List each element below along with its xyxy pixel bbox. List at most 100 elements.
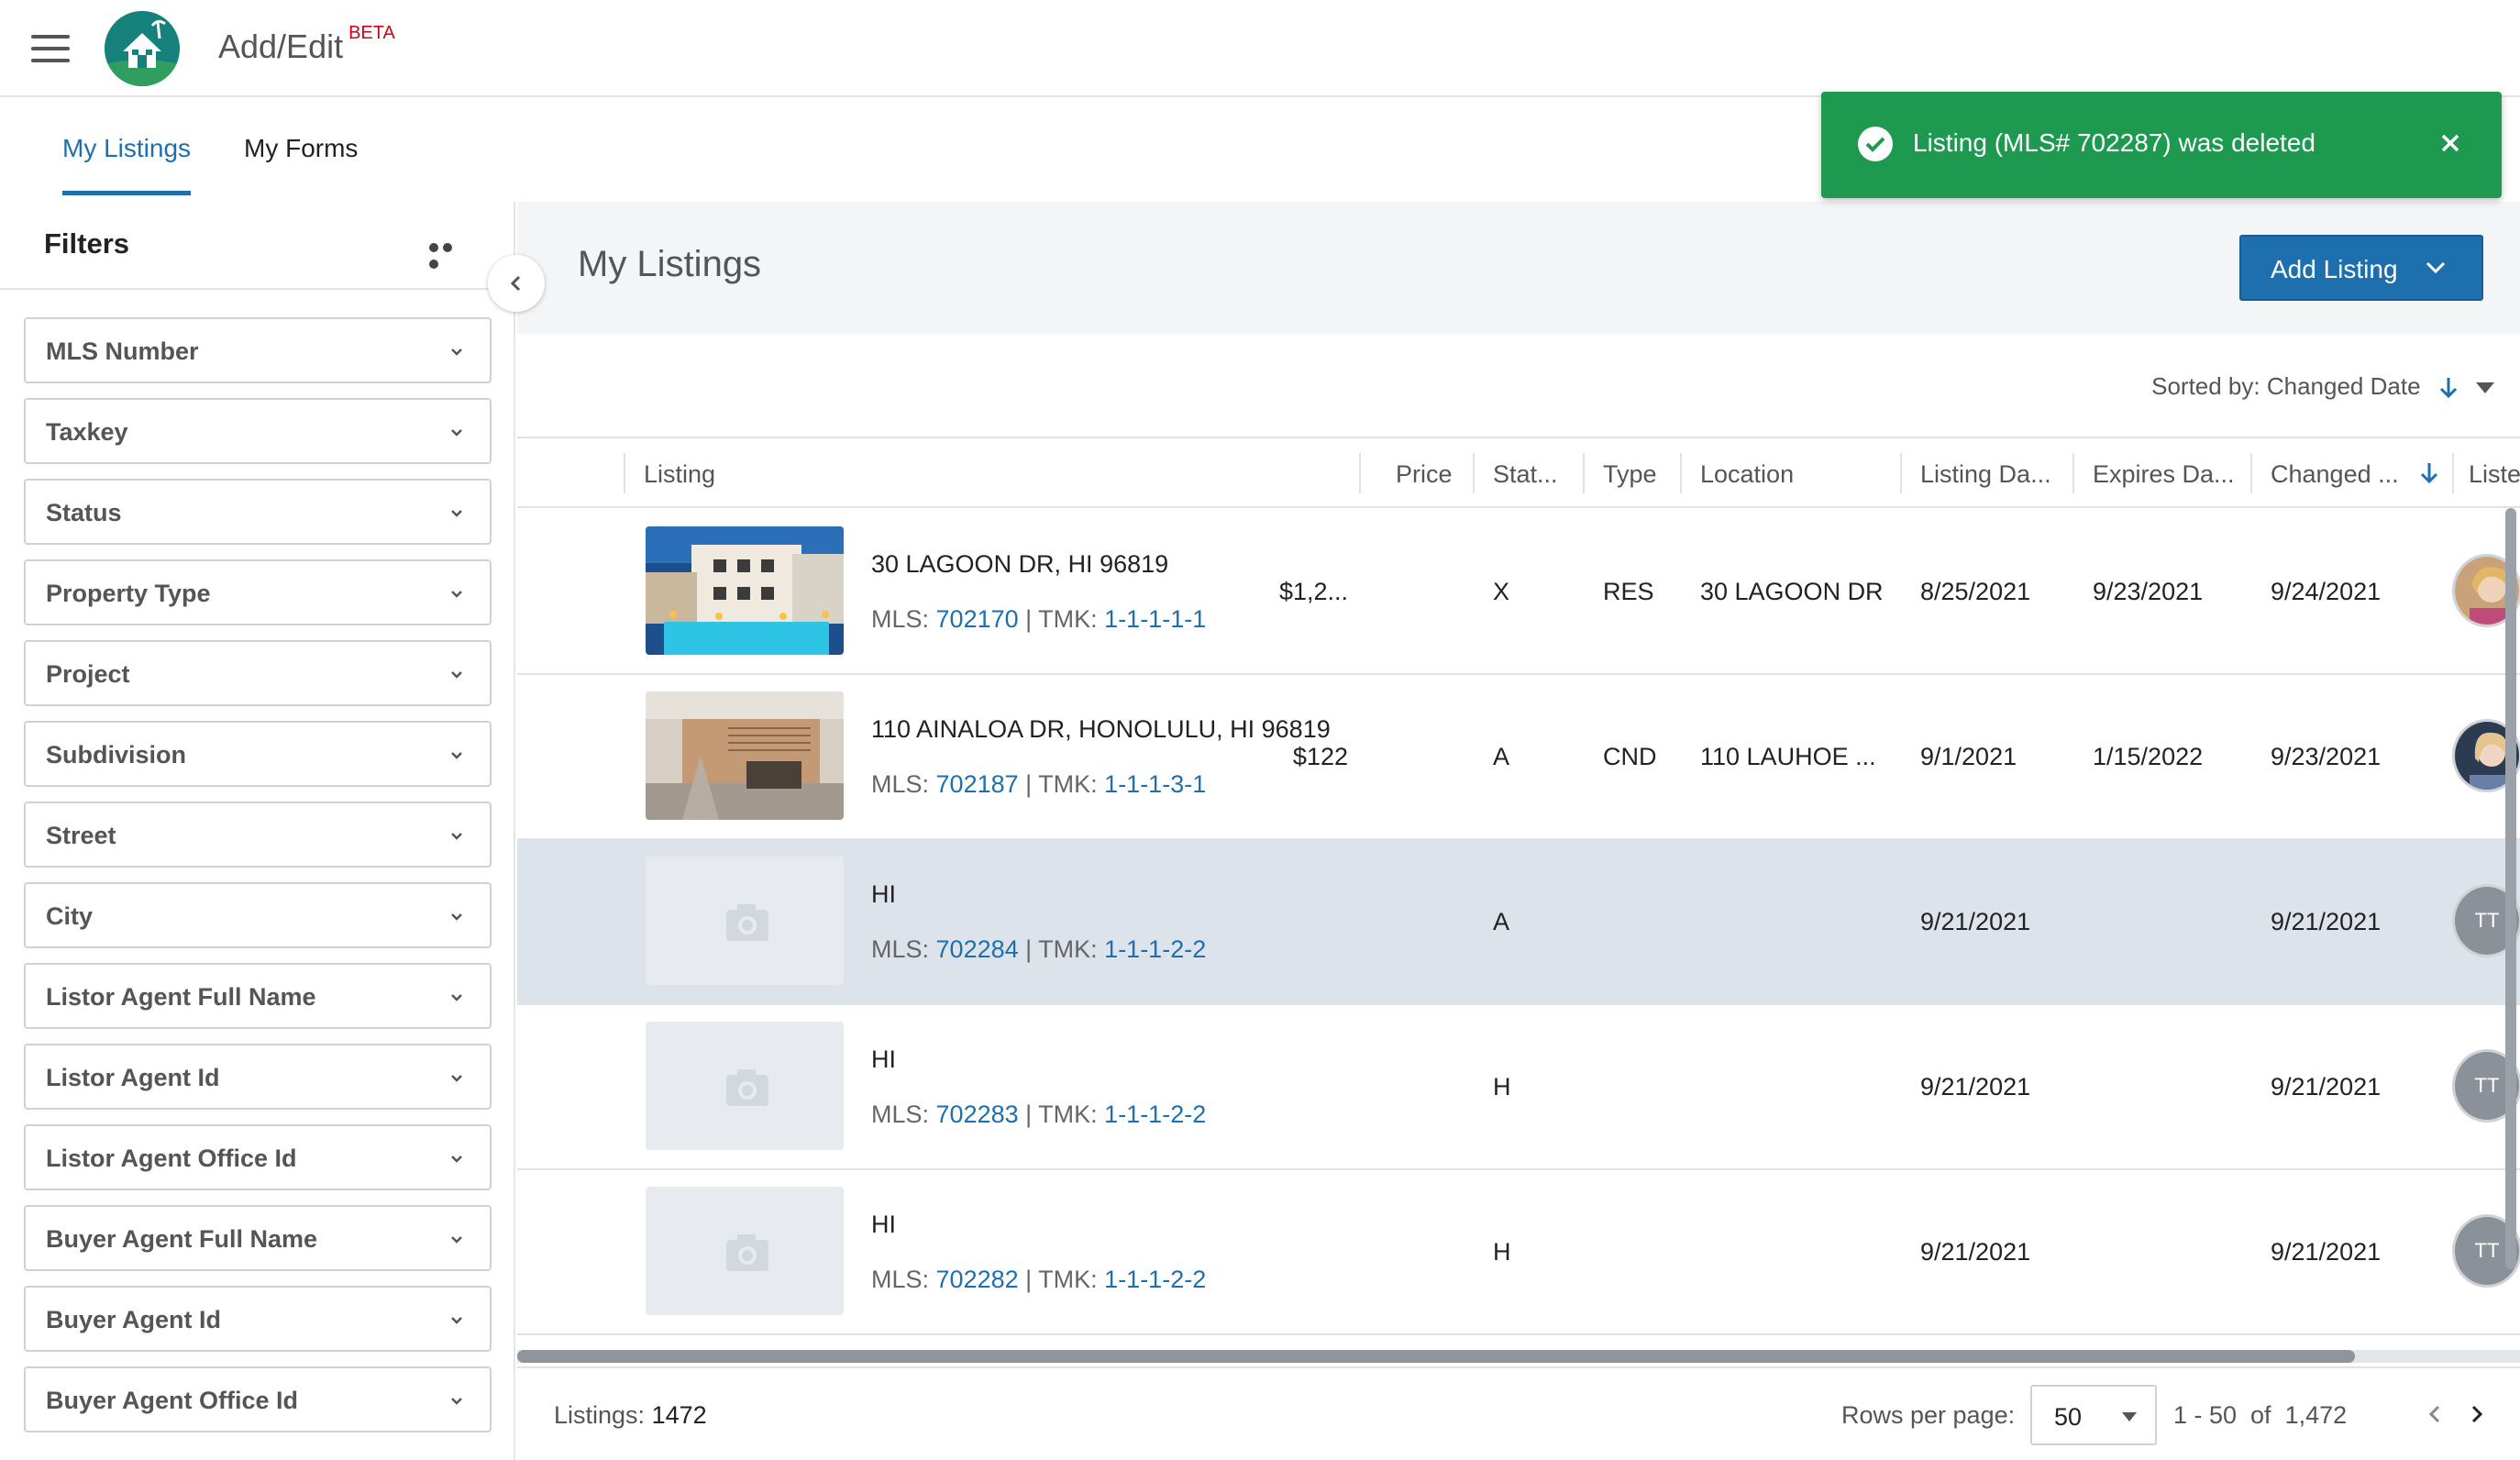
cell-listing-date: 9/21/2021 <box>1920 1238 2031 1266</box>
add-listing-button[interactable]: Add Listing <box>2239 235 2483 301</box>
listing-ids: MLS: 702282 | TMK: 1-1-1-2-2 <box>871 1266 1206 1294</box>
column-listing-date[interactable]: Listing Da... <box>1920 460 2051 489</box>
collapse-sidebar-button[interactable] <box>488 255 545 312</box>
tab-my-listings[interactable]: My Listings <box>62 134 192 195</box>
toast-message: Listing (MLS# 702287) was deleted <box>1913 128 2316 157</box>
table-row[interactable]: HI MLS: 702284 | TMK: 1-1-1-2-2 A 9/21/2021… <box>517 840 2520 1005</box>
cell-listing-date: 9/1/2021 <box>1920 743 2017 770</box>
column-divider <box>2452 453 2454 493</box>
chevron-down-icon <box>451 510 462 517</box>
column-listing[interactable]: Listing <box>644 460 715 489</box>
listing-ids: MLS: 702187 | TMK: 1-1-1-3-1 <box>871 770 1206 799</box>
mls-link[interactable]: 702170 <box>936 605 1019 633</box>
filter-buyer-agent-id[interactable]: Buyer Agent Id <box>24 1286 492 1352</box>
filter-listor-agent-id[interactable]: Listor Agent Id <box>24 1044 492 1110</box>
column-type[interactable]: Type <box>1603 460 1657 489</box>
tmk-link[interactable]: 1-1-1-2-2 <box>1104 1266 1206 1293</box>
chevron-down-icon <box>451 1398 462 1405</box>
tmk-prefix: | TMK: <box>1018 935 1105 963</box>
column-divider <box>1473 453 1475 493</box>
filter-buyer-agent-office-id[interactable]: Buyer Agent Office Id <box>24 1366 492 1432</box>
mls-link[interactable]: 702187 <box>936 770 1019 798</box>
mls-link[interactable]: 702284 <box>936 935 1019 963</box>
table-row[interactable]: HI MLS: 702282 | TMK: 1-1-1-2-2 H 9/21/2021… <box>517 1170 2520 1335</box>
table-row[interactable]: 30 LAGOON DR, HI 96819 MLS: 702170 | TMK:… <box>517 510 2520 675</box>
tmk-link[interactable]: 1-1-1-2-2 <box>1104 1101 1206 1128</box>
sort-desc-icon <box>2420 463 2438 484</box>
horizontal-scroll-thumb[interactable] <box>517 1350 2355 1363</box>
sort-control[interactable]: Sorted by: Changed Date <box>2151 372 2494 401</box>
cell-expires-date: 1/15/2022 <box>2093 743 2204 770</box>
filter-buyer-agent-full-name[interactable]: Buyer Agent Full Name <box>24 1205 492 1271</box>
listing-address: 110 AINALOA DR, HONOLULU, HI 96819 <box>871 715 1331 743</box>
chevron-down-icon <box>451 752 462 759</box>
filters-sidebar: Filters MLS Number Taxkey Status Property T… <box>0 202 515 1460</box>
column-divider <box>1900 453 1902 493</box>
cell-type: CND <box>1603 743 1657 770</box>
filter-street[interactable]: Street <box>24 802 492 868</box>
column-divider <box>2072 453 2074 493</box>
cell-changed-date: 9/21/2021 <box>2271 1073 2382 1101</box>
camera-placeholder-icon <box>646 1022 844 1150</box>
mls-prefix: MLS: <box>871 770 936 798</box>
chevron-down-icon <box>451 1156 462 1163</box>
filter-taxkey[interactable]: Taxkey <box>24 398 492 464</box>
tmk-link[interactable]: 1-1-1-3-1 <box>1104 770 1206 798</box>
vertical-scroll-thumb[interactable] <box>2505 508 2516 1269</box>
more-options-icon[interactable] <box>429 240 470 269</box>
chevron-down-icon <box>451 913 462 921</box>
cell-listing-date: 9/21/2021 <box>1920 1073 2031 1101</box>
table-row[interactable]: 110 AINALOA DR, HONOLULU, HI 96819 MLS: 7… <box>517 675 2520 840</box>
filter-city[interactable]: City <box>24 882 492 948</box>
filter-listor-agent-full-name[interactable]: Listor Agent Full Name <box>24 963 492 1029</box>
previous-page-button[interactable] <box>2421 1399 2448 1429</box>
chevron-down-icon <box>451 1317 462 1324</box>
tmk-link[interactable]: 1-1-1-2-2 <box>1104 935 1206 963</box>
tab-my-forms[interactable]: My Forms <box>244 134 358 163</box>
mls-link[interactable]: 702282 <box>936 1266 1019 1293</box>
filter-project[interactable]: Project <box>24 640 492 706</box>
column-listor[interactable]: Liste <box>2469 460 2520 489</box>
filter-label: Buyer Agent Id <box>46 1306 222 1333</box>
column-price[interactable]: Price <box>1396 460 1453 489</box>
cell-price: $122 <box>1292 743 1348 770</box>
next-page-button[interactable] <box>2463 1399 2491 1429</box>
column-expires-date[interactable]: Expires Da... <box>2093 460 2235 489</box>
cell-expires-date: 9/23/2021 <box>2093 578 2204 605</box>
tmk-link[interactable]: 1-1-1-1-1 <box>1104 605 1206 633</box>
filter-label: Listor Agent Id <box>46 1064 220 1091</box>
filter-subdivision[interactable]: Subdivision <box>24 721 492 787</box>
filter-label: MLS Number <box>46 337 199 365</box>
filter-label: Listor Agent Office Id <box>46 1145 297 1172</box>
menu-icon[interactable] <box>31 35 70 62</box>
cell-listing-date: 8/25/2021 <box>1920 578 2031 605</box>
column-status[interactable]: Stat... <box>1493 460 1558 489</box>
filter-label: Buyer Agent Office Id <box>46 1387 299 1414</box>
cell-status: H <box>1493 1238 1511 1266</box>
cell-listing-date: 9/21/2021 <box>1920 908 2031 935</box>
filter-listor-agent-office-id[interactable]: Listor Agent Office Id <box>24 1124 492 1190</box>
horizontal-scrollbar[interactable] <box>517 1350 2520 1363</box>
mls-link[interactable]: 702283 <box>936 1101 1019 1128</box>
listing-photo <box>646 691 844 820</box>
chevron-down-icon <box>451 1236 462 1244</box>
cell-changed-date: 9/21/2021 <box>2271 1238 2382 1266</box>
vertical-scrollbar[interactable] <box>2505 508 2516 1278</box>
rows-per-page-select[interactable]: 50 <box>2030 1385 2157 1445</box>
cell-type: RES <box>1603 578 1654 605</box>
filter-mls-number[interactable]: MLS Number <box>24 317 492 383</box>
listings-count-label: Listings: <box>554 1401 646 1429</box>
column-location[interactable]: Location <box>1700 460 1794 489</box>
main-header: My Listings Add Listing <box>517 202 2520 334</box>
filter-property-type[interactable]: Property Type <box>24 559 492 625</box>
cell-changed-date: 9/24/2021 <box>2271 578 2382 605</box>
column-changed-date[interactable]: Changed ... <box>2271 460 2399 489</box>
table-row[interactable]: HI MLS: 702283 | TMK: 1-1-1-2-2 H 9/21/2021… <box>517 1005 2520 1170</box>
caret-down-icon <box>2476 382 2494 394</box>
cell-changed-date: 9/23/2021 <box>2271 743 2382 770</box>
filter-status[interactable]: Status <box>24 479 492 545</box>
listing-ids: MLS: 702283 | TMK: 1-1-1-2-2 <box>871 1101 1206 1129</box>
close-icon[interactable] <box>2434 127 2467 160</box>
listing-address: HI <box>871 1045 896 1073</box>
chevron-down-icon <box>451 671 462 679</box>
